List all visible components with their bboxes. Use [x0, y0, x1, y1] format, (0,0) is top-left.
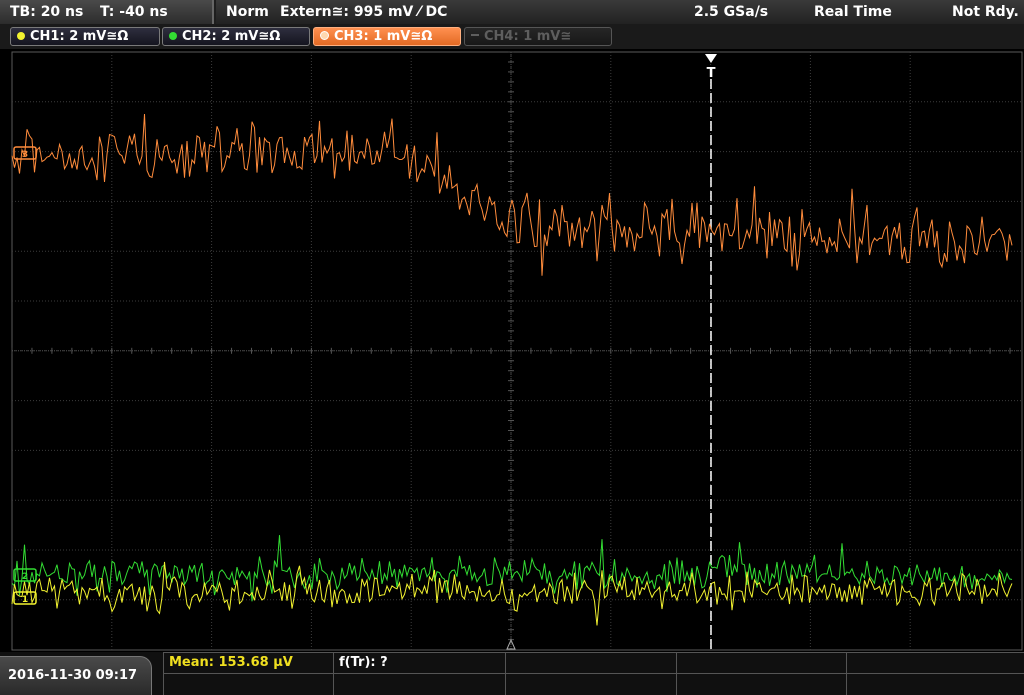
measurement-cell-6: [163, 673, 333, 695]
sample-rate: 2.5 GSa/s: [694, 4, 769, 20]
measurement-cell-10: [846, 673, 1024, 695]
ch1-marker-label: 1: [22, 595, 28, 605]
channel-1-button[interactable]: CH1: 2 mV≅Ω: [10, 27, 160, 46]
trigger-marker-label: T: [707, 66, 716, 81]
measurement-cell-8: [505, 673, 676, 695]
date-time-value: 2016-11-30 09:17: [8, 668, 138, 683]
measurement-cell-7: [333, 673, 505, 695]
acquisition-mode: Real Time: [814, 4, 892, 20]
ch2-marker-label: 2: [22, 572, 28, 582]
channel-3-button[interactable]: CH3: 1 mV≅Ω: [313, 27, 461, 46]
channel-1-label: CH1: 2 mV≅Ω: [30, 29, 129, 44]
channel-4-label: CH4: 1 mV≅: [484, 29, 572, 44]
channel-2-button[interactable]: CH2: 2 mV≅Ω: [162, 27, 310, 46]
timebase-value: TB: 20 ns: [10, 4, 84, 20]
measurement-cell-5: [846, 652, 1024, 673]
channel-2-label: CH2: 2 mV≅Ω: [182, 29, 281, 44]
frequency-measurement: f(Tr): ?: [333, 652, 505, 673]
channel-4-button[interactable]: CH4: 1 mV≅: [464, 27, 612, 46]
status-bar: TB: 20 ns T: -40 ns Norm Extern≅: 995 mV…: [0, 0, 1024, 24]
acquisition-panel[interactable]: Norm Extern≅: 995 mV ⁄ DC 2.5 GSa/s Real…: [216, 0, 1024, 24]
trigger-time-value: T: -40 ns: [100, 4, 168, 20]
measurement-cell-4: [676, 652, 846, 673]
channel-bar: CH1: 2 mV≅Ω CH2: 2 mV≅Ω CH3: 1 mV≅Ω CH4:…: [0, 24, 1024, 49]
mean-measurement: Mean: 153.68 µV: [163, 652, 333, 673]
channel-3-dot-icon: [320, 31, 329, 40]
channel-2-dot-icon: [169, 32, 177, 40]
ch3-marker-label: 3: [22, 150, 28, 160]
timebase-panel[interactable]: TB: 20 ns T: -40 ns: [0, 0, 214, 24]
trigger-source: Extern≅: 995 mV ⁄ DC: [280, 4, 448, 20]
channel-3-label: CH3: 1 mV≅Ω: [334, 29, 433, 44]
channel-4-off-icon: [471, 34, 479, 36]
trigger-mode: Norm: [226, 4, 269, 20]
measurement-table[interactable]: Mean: 153.68 µV f(Tr): ?: [163, 652, 1024, 695]
channel-1-dot-icon: [17, 32, 25, 40]
date-time-panel[interactable]: 2016-11-30 09:17: [0, 656, 152, 695]
status-readout: Not Rdy.: [952, 4, 1019, 20]
measurement-cell-9: [676, 673, 846, 695]
waveform-display[interactable]: T 3 2 1: [0, 49, 1024, 652]
measurement-cell-3: [505, 652, 676, 673]
